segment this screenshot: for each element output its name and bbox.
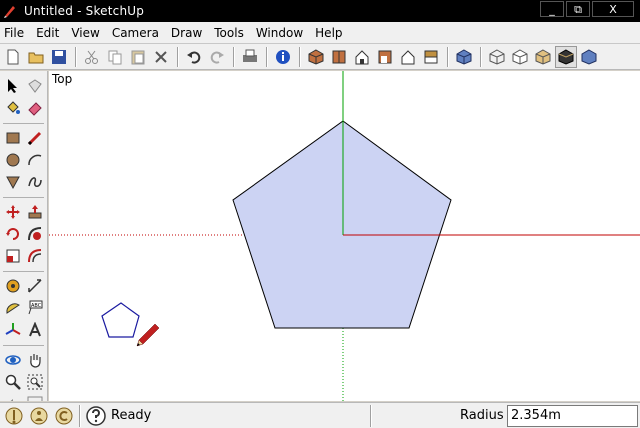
wireframe-style-icon[interactable] <box>486 46 508 68</box>
select-arrow-icon[interactable] <box>2 75 24 97</box>
rectangle-icon[interactable] <box>2 127 24 149</box>
large-tool-set: ABC <box>0 71 48 401</box>
toolbar-separator <box>233 46 235 67</box>
axes-icon[interactable] <box>2 319 24 341</box>
follow-me-icon[interactable] <box>24 223 46 245</box>
pan-hand-icon[interactable] <box>24 349 46 371</box>
cut-icon[interactable] <box>81 46 103 68</box>
svg-text:ABC: ABC <box>31 303 42 309</box>
tool-separator <box>3 119 44 124</box>
drawing-viewport[interactable]: Top <box>49 71 640 401</box>
copy-icon[interactable] <box>104 46 126 68</box>
scale-icon[interactable] <box>2 245 24 267</box>
standard-toolbar <box>0 44 640 70</box>
left-view-icon[interactable] <box>420 46 442 68</box>
measurements-label: Radius <box>460 408 504 423</box>
title-bar: Untitled - SketchUp _ ⧉ X <box>0 0 640 22</box>
zoom-icon[interactable] <box>2 371 24 393</box>
menu-draw[interactable]: Draw <box>165 23 208 43</box>
previous-view-icon[interactable] <box>2 393 24 401</box>
new-file-icon[interactable] <box>2 46 24 68</box>
print-icon[interactable] <box>239 46 261 68</box>
measurements-value-box[interactable]: 2.354m <box>507 405 638 427</box>
move-icon[interactable] <box>2 201 24 223</box>
geo-location-icon[interactable] <box>3 405 25 427</box>
model-info-icon[interactable] <box>272 46 294 68</box>
sketchup-app-icon <box>2 3 18 19</box>
front-view-icon[interactable] <box>351 46 373 68</box>
minimize-button[interactable]: _ <box>540 1 564 17</box>
toolbar-separator <box>480 46 482 67</box>
offset-icon[interactable] <box>24 245 46 267</box>
toolbar-separator <box>299 46 301 67</box>
dimension-icon[interactable] <box>24 275 46 297</box>
scene-canvas[interactable] <box>49 71 640 401</box>
undo-icon[interactable] <box>183 46 205 68</box>
tool-separator <box>3 341 44 346</box>
menu-camera[interactable]: Camera <box>106 23 165 43</box>
help-icon[interactable] <box>85 405 107 427</box>
status-separator <box>79 404 81 427</box>
copyright-icon[interactable] <box>53 405 75 427</box>
credits-icon[interactable] <box>28 405 50 427</box>
status-text: Ready <box>111 408 152 423</box>
window-title: Untitled - SketchUp <box>24 4 145 18</box>
menu-edit[interactable]: Edit <box>30 23 65 43</box>
shaded-style-icon[interactable] <box>532 46 554 68</box>
make-component-icon[interactable] <box>24 75 46 97</box>
redo-icon[interactable] <box>206 46 228 68</box>
back-view-icon[interactable] <box>397 46 419 68</box>
push-pull-icon[interactable] <box>24 201 46 223</box>
status-bar: Ready Radius 2.354m <box>0 402 640 428</box>
open-folder-icon[interactable] <box>25 46 47 68</box>
paint-bucket-icon[interactable] <box>2 97 24 119</box>
top-view-icon[interactable] <box>328 46 350 68</box>
toolbar-separator <box>266 46 268 67</box>
tool-separator <box>3 267 44 272</box>
hidden-line-style-icon[interactable] <box>509 46 531 68</box>
toolbar-separator <box>75 46 77 67</box>
xray-style-icon[interactable] <box>453 46 475 68</box>
menu-window[interactable]: Window <box>250 23 309 43</box>
right-view-icon[interactable] <box>374 46 396 68</box>
menu-file[interactable]: File <box>0 23 30 43</box>
freehand-icon[interactable] <box>24 171 46 193</box>
toolbar-separator <box>447 46 449 67</box>
pencil-line-icon[interactable] <box>24 127 46 149</box>
protractor-icon[interactable] <box>2 297 24 319</box>
zoom-extents-icon[interactable] <box>24 393 46 401</box>
menu-bar: File Edit View Camera Draw Tools Window … <box>0 22 640 44</box>
pentagon-face[interactable] <box>232 120 452 329</box>
polygon-icon[interactable] <box>2 171 24 193</box>
eraser-icon[interactable] <box>24 97 46 119</box>
text-icon[interactable]: ABC <box>24 297 46 319</box>
close-button[interactable]: X <box>592 1 634 17</box>
tool-separator <box>3 193 44 198</box>
erase-icon[interactable] <box>150 46 172 68</box>
monochrome-style-icon[interactable] <box>578 46 600 68</box>
iso-view-icon[interactable] <box>305 46 327 68</box>
rotate-icon[interactable] <box>2 223 24 245</box>
orbit-icon[interactable] <box>2 349 24 371</box>
maximize-button[interactable]: ⧉ <box>566 1 590 17</box>
polygon-cursor-icon <box>101 302 160 347</box>
tape-measure-icon[interactable] <box>2 275 24 297</box>
menu-view[interactable]: View <box>65 23 105 43</box>
status-separator <box>370 405 372 427</box>
paste-icon[interactable] <box>127 46 149 68</box>
zoom-window-icon[interactable] <box>24 371 46 393</box>
save-icon[interactable] <box>48 46 70 68</box>
menu-help[interactable]: Help <box>309 23 348 43</box>
3d-text-icon[interactable] <box>24 319 46 341</box>
textured-style-icon[interactable] <box>555 45 577 68</box>
arc-icon[interactable] <box>24 149 46 171</box>
menu-tools[interactable]: Tools <box>208 23 250 43</box>
circle-icon[interactable] <box>2 149 24 171</box>
toolbar-separator <box>177 46 179 67</box>
